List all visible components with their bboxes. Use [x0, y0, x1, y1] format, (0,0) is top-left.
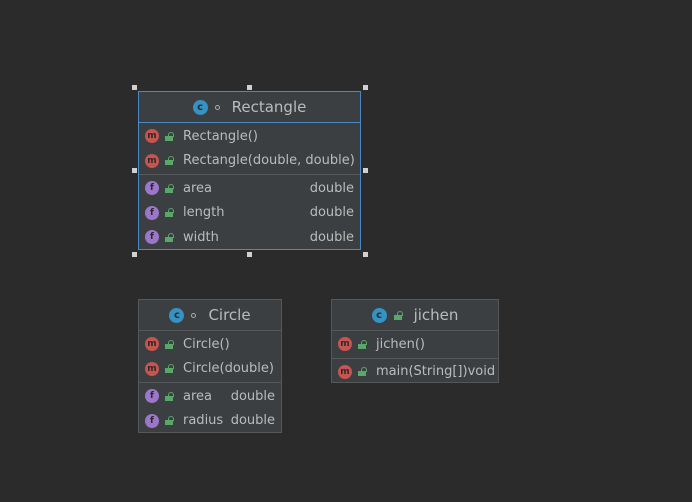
class-header: c jichen: [332, 300, 498, 331]
member-name: area: [183, 388, 212, 404]
methods-section: m main(String[]) void: [332, 359, 498, 386]
member-name: Circle(double): [183, 361, 274, 377]
member-name: radius: [183, 413, 224, 429]
resize-handle[interactable]: [247, 252, 252, 257]
field-icon: f: [145, 413, 159, 428]
member-name: length: [183, 205, 225, 221]
member-row[interactable]: f radius double: [139, 409, 281, 434]
class-icon: c: [371, 307, 387, 323]
class-name: jichen: [413, 306, 459, 324]
resize-handle[interactable]: [363, 252, 368, 257]
member-row[interactable]: m main(String[]) void: [332, 360, 498, 385]
member-type: double: [309, 229, 354, 245]
resize-handle[interactable]: [363, 85, 368, 90]
resize-handle[interactable]: [247, 85, 252, 90]
member-name: Rectangle(): [183, 128, 258, 144]
public-lock-icon: [165, 208, 174, 218]
package-visibility-icon: [191, 312, 197, 318]
constructors-section: m jichen(): [332, 331, 498, 359]
method-icon: m: [145, 129, 159, 144]
field-icon: f: [145, 230, 159, 245]
public-lock-icon: [393, 310, 403, 320]
member-name: width: [183, 229, 219, 245]
class-icon: c: [192, 99, 208, 115]
resize-handle[interactable]: [132, 252, 137, 257]
public-lock-icon: [358, 339, 367, 349]
member-name: area: [183, 180, 212, 196]
constructors-section: m Circle() m Circle(double): [139, 331, 281, 383]
member-row[interactable]: m Rectangle(double, double): [139, 149, 360, 174]
member-type: double: [230, 388, 275, 404]
class-header: c Rectangle: [139, 92, 360, 123]
method-icon: m: [338, 364, 352, 379]
public-lock-icon: [165, 131, 174, 141]
member-row[interactable]: f length double: [139, 201, 360, 226]
package-visibility-icon: [214, 104, 220, 110]
field-icon: f: [145, 205, 159, 220]
member-type: void: [467, 364, 496, 380]
field-icon: f: [145, 389, 159, 404]
public-lock-icon: [165, 232, 174, 242]
resize-handle[interactable]: [132, 85, 137, 90]
class-name: Circle: [208, 306, 251, 324]
method-icon: m: [145, 361, 159, 376]
public-lock-icon: [165, 364, 174, 374]
diagram-canvas[interactable]: c Rectangle m Rectangle() m Rectangle(do…: [0, 0, 692, 502]
class-node-jichen[interactable]: c jichen m jichen() m main(String[]) voi…: [331, 299, 499, 383]
member-type: double: [309, 205, 354, 221]
field-icon: f: [145, 181, 159, 196]
member-row[interactable]: m jichen(): [332, 332, 498, 357]
member-row[interactable]: f area double: [139, 176, 360, 201]
fields-section: f area double f radius double: [139, 383, 281, 434]
class-node-rectangle[interactable]: c Rectangle m Rectangle() m Rectangle(do…: [138, 91, 361, 250]
public-lock-icon: [165, 156, 174, 166]
member-row[interactable]: m Circle(double): [139, 357, 281, 382]
public-lock-icon: [165, 183, 174, 193]
public-lock-icon: [165, 416, 174, 426]
method-icon: m: [145, 153, 159, 168]
class-name: Rectangle: [231, 98, 307, 116]
member-name: main(String[]): [376, 364, 468, 380]
member-row[interactable]: f area double: [139, 384, 281, 409]
member-name: Circle(): [183, 336, 230, 352]
resize-handle[interactable]: [363, 168, 368, 173]
member-row[interactable]: f width double: [139, 225, 360, 250]
member-type: double: [309, 180, 354, 196]
member-row[interactable]: m Circle(): [139, 332, 281, 357]
class-header: c Circle: [139, 300, 281, 331]
resize-handle[interactable]: [132, 168, 137, 173]
public-lock-icon: [165, 339, 174, 349]
class-icon: c: [169, 307, 185, 323]
member-type: double: [230, 413, 275, 429]
public-lock-icon: [358, 367, 367, 377]
member-name: Rectangle(double, double): [183, 153, 355, 169]
class-node-circle[interactable]: c Circle m Circle() m Circle(double) f a…: [138, 299, 282, 433]
constructors-section: m Rectangle() m Rectangle(double, double…: [139, 123, 360, 175]
fields-section: f area double f length double f width do…: [139, 175, 360, 251]
method-icon: m: [145, 337, 159, 352]
member-name: jichen(): [376, 336, 425, 352]
member-row[interactable]: m Rectangle(): [139, 124, 360, 149]
method-icon: m: [338, 337, 352, 352]
public-lock-icon: [165, 391, 174, 401]
